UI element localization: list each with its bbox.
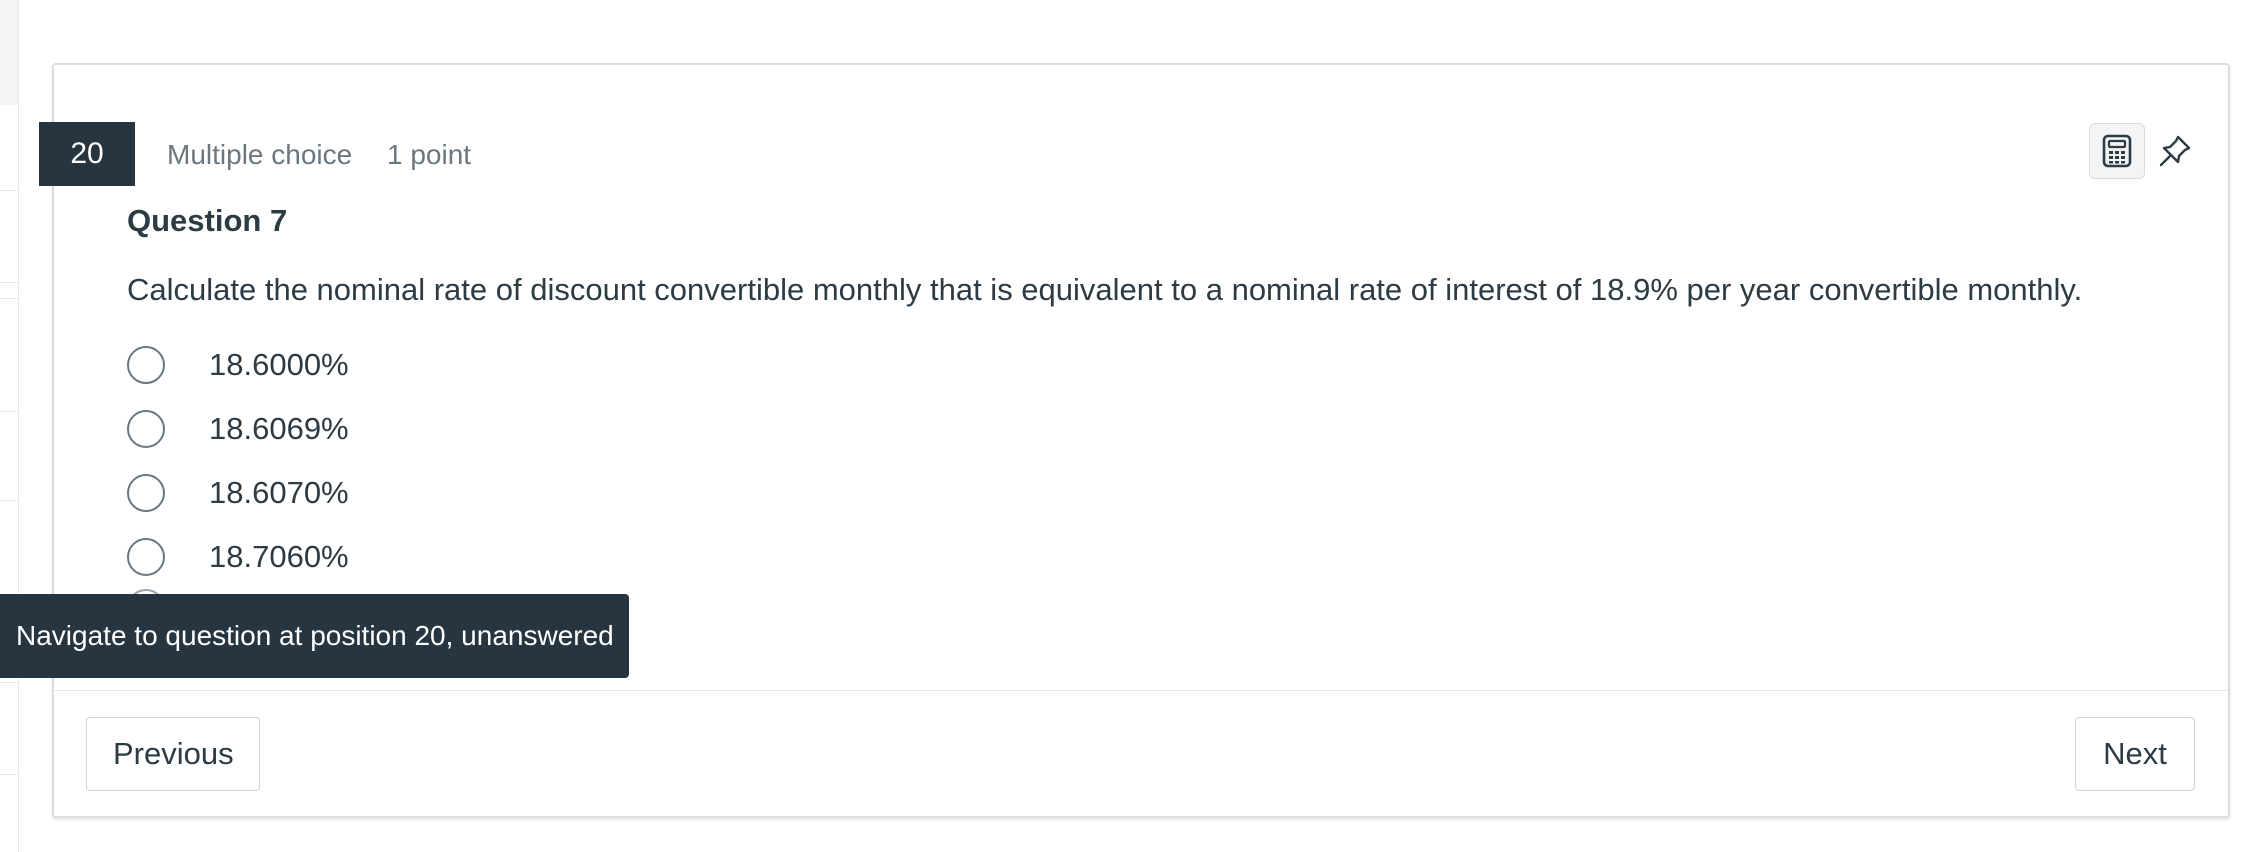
question-type-label: Multiple choice: [167, 139, 353, 170]
answer-label: 18.6069%: [209, 411, 349, 446]
rail-divider: [0, 682, 18, 683]
pin-icon: [2159, 135, 2191, 167]
answer-option[interactable]: 18.6000%: [127, 333, 349, 397]
question-text: Calculate the nominal rate of discount c…: [127, 272, 2083, 307]
footer-divider: [54, 690, 2228, 691]
pin-button[interactable]: [2147, 123, 2203, 179]
next-button[interactable]: Next: [2075, 717, 2195, 791]
calculator-icon: [2102, 134, 2132, 168]
radio-button[interactable]: [127, 538, 165, 576]
previous-button[interactable]: Previous: [86, 717, 260, 791]
calculator-button[interactable]: [2089, 123, 2145, 179]
answer-option[interactable]: 18.6069%: [127, 397, 349, 461]
question-navigation-rail: [0, 0, 19, 852]
answer-options: 18.6000% 18.6069% 18.6070% 18.7060%: [127, 333, 349, 589]
answer-option[interactable]: 18.6070%: [127, 461, 349, 525]
rail-divider: [0, 774, 18, 775]
quiz-page: 20 Multiple choice 1 point Question 7 Ca…: [0, 0, 2259, 852]
question-number-badge: 20: [39, 122, 135, 186]
rail-active-segment: [0, 0, 18, 105]
answer-label: 18.6000%: [209, 347, 349, 382]
question-points-label: 1 point: [387, 139, 472, 170]
question-card: [52, 63, 2230, 818]
radio-button[interactable]: [127, 346, 165, 384]
radio-button[interactable]: [127, 474, 165, 512]
answer-option[interactable]: 18.7060%: [127, 525, 349, 589]
rail-divider: [0, 282, 18, 283]
answer-label: 18.7060%: [209, 539, 349, 574]
answer-label: 18.6070%: [209, 475, 349, 510]
navigation-tooltip: Navigate to question at position 20, una…: [0, 594, 629, 678]
rail-divider: [0, 500, 18, 501]
rail-divider: [0, 298, 18, 299]
radio-button[interactable]: [127, 410, 165, 448]
rail-divider: [0, 190, 18, 191]
question-title: Question 7: [127, 203, 288, 238]
rail-divider: [0, 411, 18, 412]
